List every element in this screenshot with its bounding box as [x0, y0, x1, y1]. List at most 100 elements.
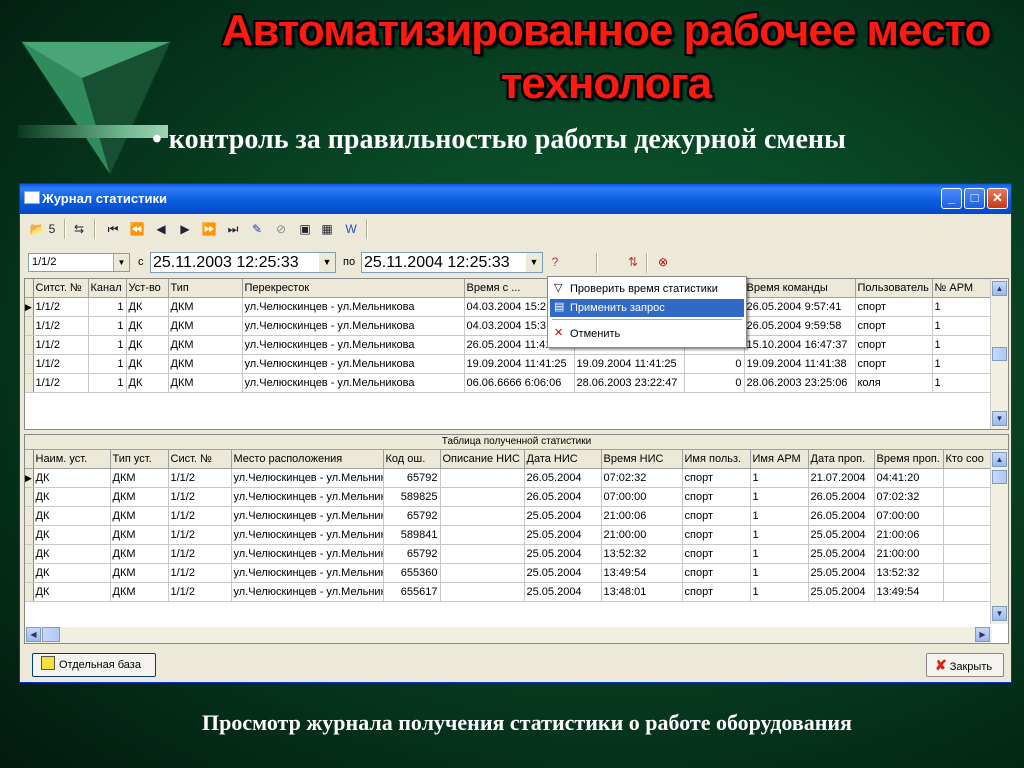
horizontal-scrollbar[interactable]: ◀ ▶ — [25, 627, 992, 643]
column-header[interactable]: Код ош. — [383, 450, 441, 469]
open-folder-icon[interactable]: 📂 — [28, 220, 46, 238]
table-cell: ДК — [126, 373, 169, 393]
filter-icon[interactable]: ▣ — [296, 220, 314, 238]
folder-icon: ▤ — [554, 301, 565, 313]
prev-record-icon[interactable]: ◀ — [152, 220, 170, 238]
table-row[interactable]: ▶ 1/1/2 1 ДК ДКМ ул.Челюскинцев - ул.Мельнико… — [25, 297, 992, 317]
table-cell: ул.Челюскинцев - ул.Мельникова — [242, 373, 465, 393]
next-page-icon[interactable]: ⏩ — [200, 220, 218, 238]
scroll-thumb[interactable] — [992, 470, 1007, 484]
column-header[interactable]: Канал — [88, 279, 127, 298]
chevron-down-icon[interactable]: ▼ — [526, 253, 542, 272]
row-indicator[interactable] — [25, 373, 34, 393]
row-indicator[interactable] — [25, 335, 34, 355]
table-row[interactable]: 1/1/2 1 ДК ДКМ ул.Челюскинцев - ул.Мельников… — [25, 354, 992, 374]
device-select[interactable]: 1/1/2 ▼ — [28, 253, 130, 272]
table-cell: 1/1/2 — [33, 354, 89, 374]
commands-scrollbar[interactable]: ▲ ▼ — [990, 279, 1008, 429]
table-row[interactable]: 1/1/2 1 ДК ДКМ ул.Челюскинцев - ул.Мельников… — [25, 316, 992, 336]
window-titlebar[interactable]: Журнал статистики _ □ ✕ — [20, 184, 1011, 214]
column-header[interactable]: Тип уст. — [110, 450, 169, 469]
table-row[interactable]: ДК ДКМ 1/1/2 ул.Челюскинцев - ул.Мельник 589… — [25, 487, 992, 507]
separate-db-button[interactable]: Отдельная база — [32, 653, 156, 677]
close-window-button[interactable]: ✕ — [987, 188, 1008, 209]
column-header[interactable]: № АРМ — [932, 279, 992, 298]
next-record-icon[interactable]: ▶ — [176, 220, 194, 238]
last-record-icon[interactable]: ⏭ — [224, 220, 242, 238]
table-row[interactable]: 1/1/2 1 ДК ДКМ ул.Челюскинцев - ул.Мельников… — [25, 373, 992, 393]
scroll-left-icon[interactable]: ◀ — [26, 627, 41, 642]
column-header[interactable]: Тип — [168, 279, 243, 298]
column-header[interactable]: Имя АРМ — [750, 450, 809, 469]
column-header[interactable]: Время НИС — [601, 450, 683, 469]
column-header[interactable]: Время проп. — [874, 450, 944, 469]
column-header[interactable]: Сист. № — [168, 450, 232, 469]
menu-item-check-time[interactable]: ▽ Проверить время статистики — [550, 280, 744, 298]
first-record-icon[interactable]: ⏮ — [104, 220, 122, 238]
row-indicator[interactable] — [25, 563, 34, 583]
from-datetime-picker[interactable]: 25.11.2003 12:25:33 ▼ — [150, 252, 336, 273]
calculator-icon[interactable]: ▦ — [318, 220, 336, 238]
table-cell: 1 — [88, 335, 127, 355]
column-header[interactable]: Описание НИС — [440, 450, 525, 469]
row-indicator[interactable] — [25, 316, 34, 336]
row-indicator[interactable] — [25, 506, 34, 526]
chevron-down-icon[interactable]: ▼ — [113, 254, 129, 271]
table-row[interactable]: ДК ДКМ 1/1/2 ул.Челюскинцев - ул.Мельник 657… — [25, 544, 992, 564]
column-header[interactable]: Дата НИС — [524, 450, 602, 469]
scroll-up-icon[interactable]: ▲ — [992, 281, 1007, 296]
table-cell: 06.06.6666 6:06:06 — [464, 373, 575, 393]
scroll-right-icon[interactable]: ▶ — [975, 627, 990, 642]
row-indicator[interactable] — [25, 354, 34, 374]
row-indicator[interactable] — [25, 582, 34, 602]
table-cell: 19.09.2004 11:41:25 — [574, 354, 685, 374]
column-header[interactable]: Перекресток — [242, 279, 465, 298]
current-row-indicator[interactable]: ▶ — [25, 297, 34, 317]
main-toolbar: 📂 5 ⇆ ⏮ ⏪ ◀ ▶ ⏩ ⏭ ✎ ⊘ ▣ ▦ W — [20, 214, 1011, 244]
stop-icon[interactable]: ⊗ — [654, 253, 672, 271]
column-header[interactable]: Дата проп. — [808, 450, 875, 469]
chevron-down-icon[interactable]: ▼ — [319, 253, 335, 272]
goto-icon[interactable]: ⊘ — [272, 220, 290, 238]
table-row[interactable]: ДК ДКМ 1/1/2 ул.Челюскинцев - ул.Мельник 655… — [25, 582, 992, 602]
table-row[interactable]: ▶ ДК ДКМ 1/1/2 ул.Челюскинцев - ул.Мельник 65… — [25, 468, 992, 488]
table-row[interactable]: ДК ДКМ 1/1/2 ул.Челюскинцев - ул.Мельник 589… — [25, 525, 992, 545]
minimize-button[interactable]: _ — [941, 188, 962, 209]
scroll-down-icon[interactable]: ▼ — [992, 411, 1007, 426]
column-header[interactable]: Имя польз. — [682, 450, 751, 469]
column-header[interactable]: Время команды — [744, 279, 856, 298]
menu-item-apply-query[interactable]: ▤ Применить запрос — [550, 299, 744, 317]
column-header[interactable]: Наим. уст. — [33, 450, 111, 469]
scroll-down-icon[interactable]: ▼ — [992, 606, 1007, 621]
current-row-indicator[interactable]: ▶ — [25, 468, 34, 488]
report-icon[interactable]: W — [342, 220, 360, 238]
table-cell — [943, 506, 992, 526]
table-row[interactable]: 1/1/2 1 ДК ДКМ ул.Челюскинцев - ул.Мельников… — [25, 335, 992, 355]
table-cell: ДКМ — [168, 373, 243, 393]
row-indicator[interactable] — [25, 544, 34, 564]
column-header[interactable]: Уст-во — [126, 279, 169, 298]
sort-icon[interactable]: ⇅ — [624, 253, 642, 271]
menu-item-cancel[interactable]: ✕ Отменить — [550, 325, 744, 343]
prev-page-icon[interactable]: ⏪ — [128, 220, 146, 238]
scroll-up-icon[interactable]: ▲ — [992, 452, 1007, 467]
edit-icon[interactable]: ✎ — [248, 220, 266, 238]
h-scroll-thumb[interactable] — [42, 627, 60, 642]
scroll-thumb[interactable] — [992, 347, 1007, 361]
column-header[interactable]: Кто соо — [943, 450, 992, 469]
maximize-button[interactable]: □ — [964, 188, 985, 209]
column-header[interactable]: Пользователь — [855, 279, 933, 298]
statistics-scrollbar[interactable]: ▲ ▼ — [990, 450, 1008, 624]
table-row[interactable]: ДК ДКМ 1/1/2 ул.Челюскинцев - ул.Мельник 657… — [25, 506, 992, 526]
row-indicator[interactable] — [25, 487, 34, 507]
query-icon[interactable]: ? — [546, 253, 564, 271]
table-cell — [440, 506, 525, 526]
row-indicator[interactable] — [25, 525, 34, 545]
table-row[interactable]: ДК ДКМ 1/1/2 ул.Челюскинцев - ул.Мельник 655… — [25, 563, 992, 583]
close-button[interactable]: ✘ Закрыть — [926, 653, 1004, 677]
column-header[interactable]: Место расположения — [231, 450, 384, 469]
column-header[interactable]: Ситст. № — [33, 279, 89, 298]
table-cell: 1 — [750, 525, 809, 545]
refresh-icon[interactable]: ⇆ — [70, 220, 88, 238]
to-datetime-picker[interactable]: 25.11.2004 12:25:33 ▼ — [361, 252, 543, 273]
